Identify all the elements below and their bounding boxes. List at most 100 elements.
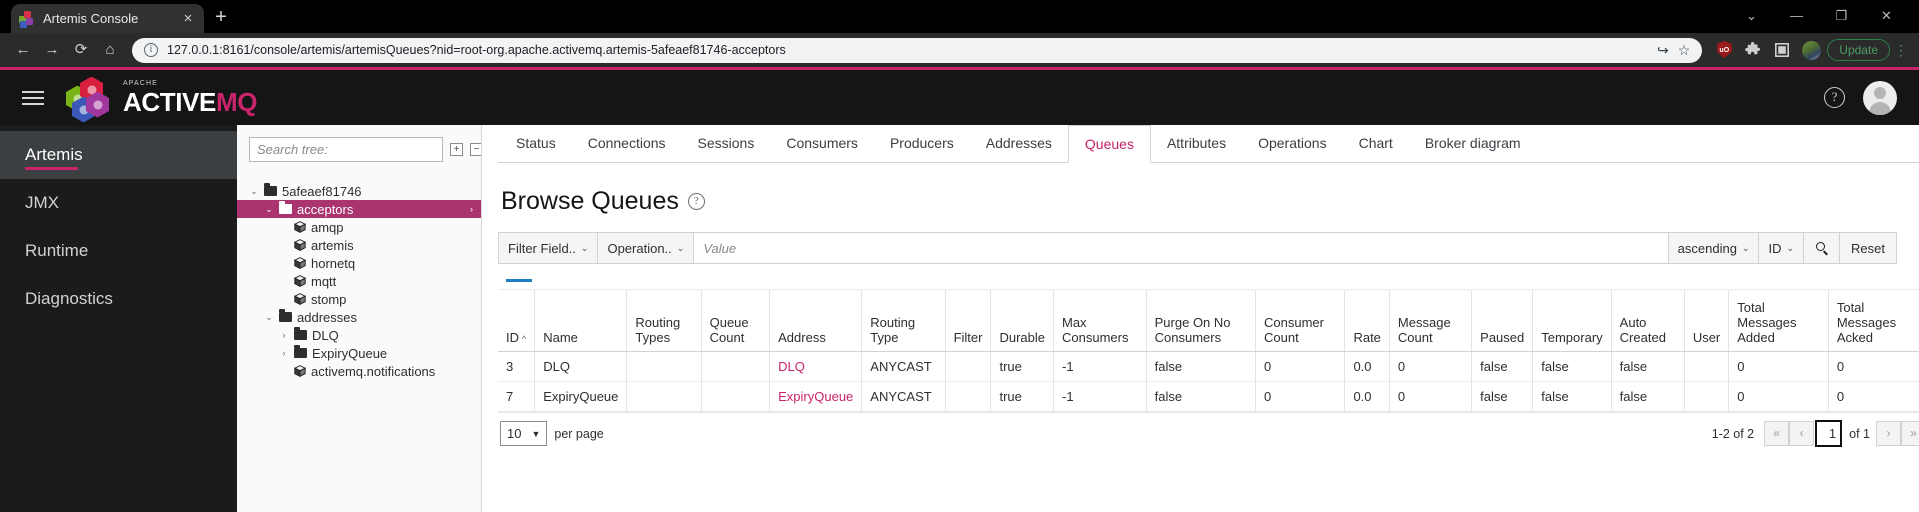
tab-addresses[interactable]: Addresses (970, 125, 1068, 162)
sidebar-item-runtime[interactable]: Runtime (0, 227, 237, 275)
tab-search-icon[interactable]: ⌄ (1729, 2, 1774, 30)
search-button[interactable] (1804, 233, 1840, 263)
sort-direction-select[interactable]: ascending ⌄ (1669, 233, 1760, 263)
expand-all-icon[interactable]: + (450, 143, 463, 156)
tree-node-stomp[interactable]: stomp (237, 290, 481, 308)
tab-attributes[interactable]: Attributes (1151, 125, 1242, 162)
tree-node-dlq[interactable]: ›DLQ (237, 326, 481, 344)
update-button[interactable]: Update (1827, 39, 1890, 61)
page-help-icon[interactable]: ? (688, 193, 705, 210)
address-bar[interactable]: i 127.0.0.1:8161/console/artemis/artemis… (132, 38, 1702, 63)
sidebar-item-diagnostics[interactable]: Diagnostics (0, 275, 237, 323)
hamburger-menu-icon[interactable] (22, 91, 44, 105)
column-header-filter[interactable]: Filter (945, 290, 991, 352)
chevron-down-icon[interactable]: ⌄ (264, 312, 274, 323)
table-row[interactable]: 3DLQDLQANYCASTtrue-1false00.00falsefalse… (498, 352, 1919, 382)
reload-icon[interactable]: ⟳ (68, 37, 94, 63)
tab-connections[interactable]: Connections (572, 125, 682, 162)
column-header-queue-count[interactable]: Queue Count (701, 290, 770, 352)
user-avatar-icon[interactable] (1863, 81, 1897, 115)
tree-node-amqp[interactable]: amqp (237, 218, 481, 236)
tree-node-hornetq[interactable]: hornetq (237, 254, 481, 272)
next-page-button[interactable]: › (1876, 421, 1901, 446)
tree-node-expiryqueue[interactable]: ›ExpiryQueue (237, 344, 481, 362)
chevron-right-icon[interactable]: › (279, 330, 289, 340)
column-header-label: Temporary (1541, 330, 1602, 345)
column-header-address[interactable]: Address (770, 290, 862, 352)
column-header-id[interactable]: ID^ (498, 290, 535, 352)
tab-operations[interactable]: Operations (1242, 125, 1342, 162)
column-header-auto-created[interactable]: Auto Created (1611, 290, 1684, 352)
sort-column-select[interactable]: ID ⌄ (1759, 233, 1804, 263)
close-tab-icon[interactable]: × (180, 10, 196, 27)
tree-node-activemq-notifications[interactable]: activemq.notifications (237, 362, 481, 380)
column-header-purge-on-no-consumers[interactable]: Purge On No Consumers (1146, 290, 1255, 352)
site-info-icon[interactable]: i (144, 43, 158, 57)
column-header-max-consumers[interactable]: Max Consumers (1054, 290, 1147, 352)
column-header-routing-types[interactable]: Routing Types (627, 290, 701, 352)
filter-value-input[interactable]: Value (694, 233, 1668, 263)
new-tab-button[interactable]: + (204, 4, 238, 33)
tab-chart[interactable]: Chart (1343, 125, 1409, 162)
column-header-routing-type[interactable]: Routing Type (862, 290, 945, 352)
minimize-icon[interactable]: — (1774, 2, 1819, 30)
search-tree-input[interactable] (249, 137, 443, 162)
tab-status[interactable]: Status (500, 125, 572, 162)
column-header-name[interactable]: Name (535, 290, 627, 352)
reset-button[interactable]: Reset (1840, 233, 1896, 263)
bookmark-star-icon[interactable]: ☆ (1678, 42, 1691, 59)
tree-node-5afeaef81746[interactable]: ⌄5afeaef81746 (237, 182, 481, 200)
share-icon[interactable]: ↪ (1657, 42, 1669, 59)
cell-total-messages-added: 0 (1729, 382, 1829, 412)
tab-sessions[interactable]: Sessions (682, 125, 771, 162)
cell-address[interactable]: ExpiryQueue (770, 382, 862, 412)
chevron-down-icon[interactable]: ⌄ (264, 204, 274, 215)
browser-menu-icon[interactable]: ⋮ (1893, 42, 1909, 59)
chevron-right-icon[interactable]: › (470, 204, 473, 214)
sidebar-item-jmx[interactable]: JMX (0, 179, 237, 227)
cell-address[interactable]: DLQ (770, 352, 862, 382)
tab-queues[interactable]: Queues (1068, 125, 1151, 163)
chevron-right-icon[interactable]: › (279, 348, 289, 358)
browser-sidebar-icon[interactable] (1769, 37, 1795, 63)
tab-consumers[interactable]: Consumers (770, 125, 874, 162)
collapse-all-icon[interactable]: − (470, 143, 482, 156)
tree-node-addresses[interactable]: ⌄addresses (237, 308, 481, 326)
tab-producers[interactable]: Producers (874, 125, 970, 162)
column-header-paused[interactable]: Paused (1472, 290, 1533, 352)
cell-user (1684, 352, 1728, 382)
column-header-message-count[interactable]: Message Count (1389, 290, 1471, 352)
first-page-button[interactable]: « (1764, 421, 1789, 446)
tree-node-artemis[interactable]: artemis (237, 236, 481, 254)
chevron-down-icon[interactable]: ⌄ (249, 186, 259, 197)
filter-operation-select[interactable]: Operation.. ⌄ (598, 233, 694, 263)
tree-node-acceptors[interactable]: ⌄acceptors› (237, 200, 481, 218)
page-number-input[interactable]: 1 (1815, 420, 1842, 447)
prev-page-button[interactable]: ‹ (1789, 421, 1814, 446)
forward-icon[interactable]: → (39, 37, 65, 63)
column-header-total-messages-acked[interactable]: Total Messages Acked (1828, 290, 1919, 352)
extensions-puzzle-icon[interactable] (1740, 37, 1766, 63)
last-page-button[interactable]: » (1901, 421, 1919, 446)
table-row[interactable]: 7ExpiryQueueExpiryQueueANYCASTtrue-1fals… (498, 382, 1919, 412)
tab-broker-diagram[interactable]: Broker diagram (1409, 125, 1537, 162)
column-header-user[interactable]: User (1684, 290, 1728, 352)
cell-consumer-count: 0 (1256, 382, 1345, 412)
maximize-icon[interactable]: ❐ (1819, 2, 1864, 30)
browser-tab[interactable]: Artemis Console × (11, 4, 204, 33)
column-header-temporary[interactable]: Temporary (1533, 290, 1611, 352)
browser-profile-avatar[interactable] (1798, 37, 1824, 63)
column-header-total-messages-added[interactable]: Total Messages Added (1729, 290, 1829, 352)
column-header-rate[interactable]: Rate (1345, 290, 1389, 352)
column-header-consumer-count[interactable]: Consumer Count (1256, 290, 1345, 352)
column-header-durable[interactable]: Durable (991, 290, 1054, 352)
sidebar-item-artemis[interactable]: Artemis (0, 131, 237, 179)
help-icon[interactable]: ? (1824, 87, 1845, 108)
tree-node-mqtt[interactable]: mqtt (237, 272, 481, 290)
ublock-origin-icon[interactable]: uO (1711, 37, 1737, 63)
close-window-icon[interactable]: ✕ (1864, 2, 1909, 30)
back-icon[interactable]: ← (10, 37, 36, 63)
per-page-select[interactable]: 10 ▼ (500, 421, 547, 446)
filter-field-select[interactable]: Filter Field.. ⌄ (499, 233, 598, 263)
home-icon[interactable]: ⌂ (97, 37, 123, 63)
